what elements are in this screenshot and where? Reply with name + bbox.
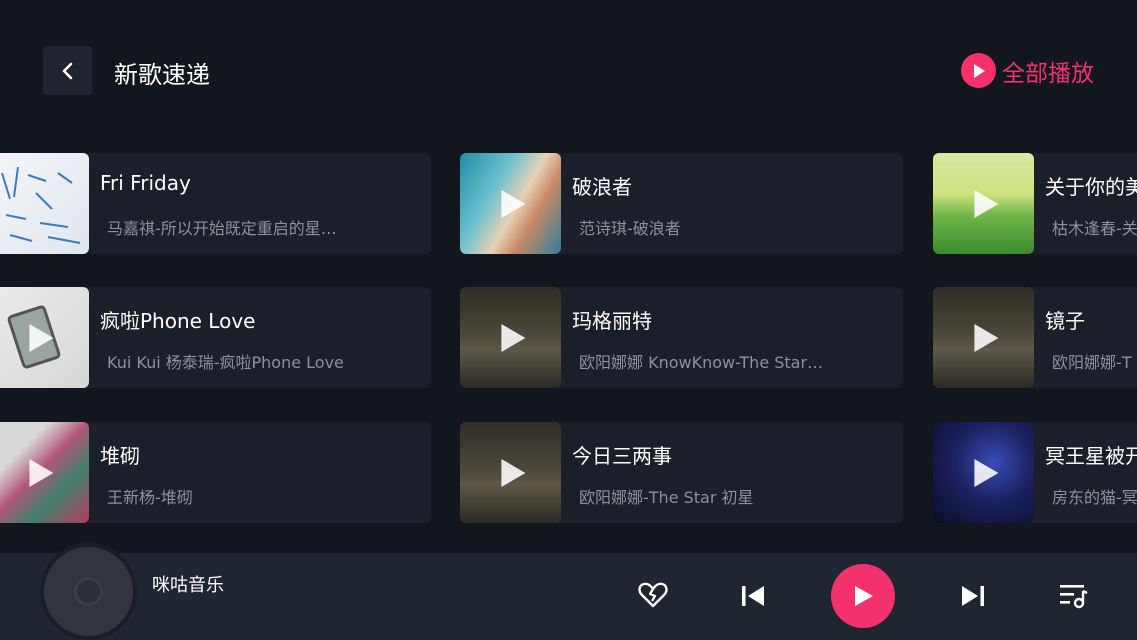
song-subtitle: 马嘉祺-所以开始既定重启的星… <box>107 219 337 238</box>
play-overlay-icon[interactable] <box>973 189 998 218</box>
song-grid: Fri Friday 马嘉祺-所以开始既定重启的星… 破浪者 范诗琪-破浪者 关… <box>0 0 1137 540</box>
song-subtitle: Kui Kui 杨泰瑞-疯啦Phone Love <box>107 353 344 372</box>
song-subtitle: 房东的猫-冥 <box>1052 488 1137 507</box>
song-title: 镜子 <box>1045 309 1085 333</box>
skip-previous-icon <box>742 586 764 606</box>
album-cover <box>933 422 1034 523</box>
play-overlay-icon[interactable] <box>973 458 998 487</box>
album-cover <box>933 287 1034 388</box>
previous-button[interactable] <box>737 581 769 611</box>
song-card[interactable]: 堆砌 王新杨-堆砌 <box>0 422 431 523</box>
album-cover <box>0 287 89 388</box>
play-button[interactable] <box>831 564 895 628</box>
album-cover <box>460 153 561 254</box>
song-title: 关于你的美 <box>1045 175 1137 199</box>
song-title: 玛格丽特 <box>572 309 652 333</box>
song-title: 今日三两事 <box>572 444 672 468</box>
play-overlay-icon[interactable] <box>500 189 525 218</box>
album-cover <box>460 422 561 523</box>
playlist-button[interactable] <box>1056 580 1090 612</box>
player-track-title: 咪咕音乐 <box>152 575 224 596</box>
play-icon <box>855 586 873 606</box>
song-card[interactable]: 疯啦Phone Love Kui Kui 杨泰瑞-疯啦Phone Love <box>0 287 431 388</box>
play-overlay-icon[interactable] <box>28 458 53 487</box>
song-subtitle: 欧阳娜娜 KnowKnow-The Star… <box>579 353 824 372</box>
next-button[interactable] <box>957 581 989 611</box>
play-overlay-icon[interactable] <box>500 323 525 352</box>
song-title: 堆砌 <box>100 444 140 468</box>
song-subtitle: 欧阳娜娜-T <box>1052 353 1132 372</box>
song-card[interactable]: Fri Friday 马嘉祺-所以开始既定重启的星… <box>0 153 431 254</box>
song-card[interactable]: 冥王星被开 房东的猫-冥 <box>933 422 1137 523</box>
song-title: 疯啦Phone Love <box>100 309 256 333</box>
skip-next-icon <box>962 586 984 606</box>
song-card[interactable]: 关于你的美 枯木逢春-关 <box>933 153 1137 254</box>
play-overlay-icon[interactable] <box>28 323 53 352</box>
play-overlay-icon[interactable] <box>973 323 998 352</box>
song-card[interactable]: 玛格丽特 欧阳娜娜 KnowKnow-The Star… <box>460 287 903 388</box>
album-cover <box>933 153 1034 254</box>
album-cover <box>0 153 89 254</box>
now-playing-disc[interactable] <box>40 543 137 640</box>
song-subtitle: 枯木逢春-关 <box>1052 219 1137 238</box>
playlist-music-icon <box>1060 585 1088 609</box>
heart-icon <box>638 582 668 608</box>
song-subtitle: 欧阳娜娜-The Star 初星 <box>579 488 754 507</box>
song-card[interactable]: 破浪者 范诗琪-破浪者 <box>460 153 903 254</box>
song-subtitle: 王新杨-堆砌 <box>107 488 193 507</box>
play-overlay-icon[interactable] <box>500 458 525 487</box>
song-title: 冥王星被开 <box>1045 444 1137 468</box>
song-card[interactable]: 镜子 欧阳娜娜-T <box>933 287 1137 388</box>
song-title: 破浪者 <box>572 175 632 199</box>
album-cover <box>460 287 561 388</box>
album-cover <box>0 422 89 523</box>
song-card[interactable]: 今日三两事 欧阳娜娜-The Star 初星 <box>460 422 903 523</box>
song-title: Fri Friday <box>100 171 191 195</box>
like-button[interactable] <box>637 579 669 611</box>
song-subtitle: 范诗琪-破浪者 <box>579 219 681 238</box>
